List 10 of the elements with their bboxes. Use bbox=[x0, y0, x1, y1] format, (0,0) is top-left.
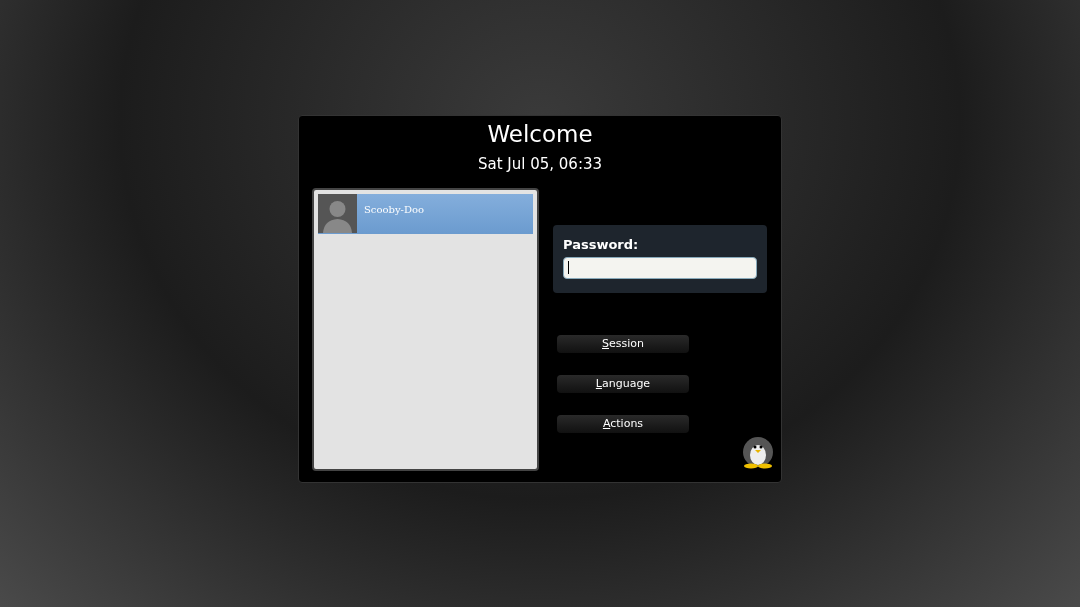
user-name: Scooby-Doo bbox=[364, 202, 424, 217]
welcome-title: Welcome bbox=[487, 120, 593, 149]
avatar-icon bbox=[318, 193, 357, 233]
text-cursor bbox=[568, 261, 569, 274]
date-time: Sat Jul 05, 06:33 bbox=[477, 154, 603, 175]
menu-button[interactable]: Actions bbox=[557, 414, 689, 433]
menu-button[interactable]: Session bbox=[557, 334, 689, 353]
password-field[interactable] bbox=[563, 256, 757, 279]
menu-button[interactable]: Language bbox=[557, 374, 689, 393]
password-label: Password: bbox=[563, 236, 640, 253]
